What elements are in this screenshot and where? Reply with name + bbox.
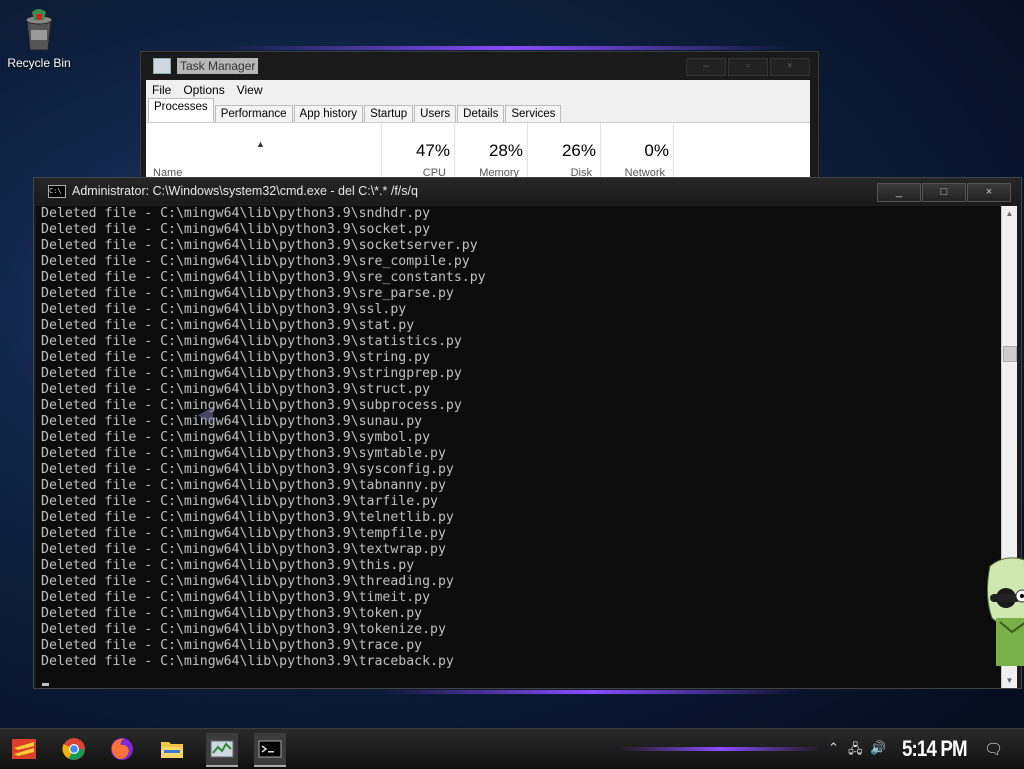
console-line: Deleted file - C:\mingw64\lib\python3.9\…	[41, 398, 462, 413]
tab-details[interactable]: Details	[457, 105, 505, 122]
notification-icon[interactable]: 🗨	[984, 740, 1003, 758]
console-line: Deleted file - C:\mingw64\lib\python3.9\…	[41, 414, 423, 429]
console-line: Deleted file - C:\mingw64\lib\python3.9\…	[41, 510, 454, 525]
console-line: Deleted file - C:\mingw64\lib\python3.9\…	[41, 302, 407, 317]
start-icon	[12, 739, 36, 759]
console-line: Deleted file - C:\mingw64\lib\python3.9\…	[41, 478, 446, 493]
cmd-titlebar[interactable]: C:\ Administrator: C:\Windows\system32\c…	[34, 178, 1021, 204]
cmd-taskbar-button[interactable]	[254, 733, 286, 767]
console-line: Deleted file - C:\mingw64\lib\python3.9\…	[41, 286, 454, 301]
console-line: Deleted file - C:\mingw64\lib\python3.9\…	[41, 238, 478, 253]
tab-startup[interactable]: Startup	[364, 105, 414, 122]
cmd-window[interactable]: C:\ Administrator: C:\Windows\system32\c…	[33, 177, 1022, 689]
recycle-bin[interactable]: Recycle Bin	[6, 8, 72, 70]
sort-indicator-icon: ▲	[256, 139, 265, 149]
minimize-button[interactable]: _	[877, 183, 921, 202]
console-line: Deleted file - C:\mingw64\lib\python3.9\…	[41, 446, 446, 461]
menu-view[interactable]: View	[231, 83, 269, 97]
chrome-icon	[62, 738, 85, 760]
task-manager-window[interactable]: Task Manager – ▫ × File Options View Pro…	[140, 51, 819, 183]
cmd-icon: C:\	[48, 184, 66, 198]
scroll-thumb[interactable]	[1003, 346, 1017, 362]
network-icon[interactable]: 🖧	[848, 740, 863, 762]
console-line: Deleted file - C:\mingw64\lib\python3.9\…	[41, 462, 454, 477]
console-line: Deleted file - C:\mingw64\lib\python3.9\…	[41, 206, 431, 221]
start-button[interactable]	[8, 733, 40, 765]
close-button[interactable]: ×	[967, 183, 1011, 202]
cmd-title: Administrator: C:\Windows\system32\cmd.e…	[72, 184, 418, 198]
recycle-bin-icon	[22, 8, 56, 52]
tab-performance[interactable]: Performance	[214, 105, 293, 122]
console-line: Deleted file - C:\mingw64\lib\python3.9\…	[41, 270, 486, 285]
console-output[interactable]: Deleted file - C:\mingw64\lib\python3.9\…	[36, 206, 1002, 688]
maximize-button[interactable]: ▫	[728, 58, 768, 76]
console-line: Deleted file - C:\mingw64\lib\python3.9\…	[41, 430, 431, 445]
text-cursor	[42, 683, 49, 686]
tab-services[interactable]: Services	[505, 105, 562, 122]
taskbar: ⌃ 🖧 🔊 5:14 PM 🗨	[0, 728, 1024, 769]
console-line: Deleted file - C:\mingw64\lib\python3.9\…	[41, 558, 415, 573]
firefox-icon	[111, 738, 133, 760]
task-manager-taskbar-button[interactable]	[206, 733, 238, 767]
column-network[interactable]: 0% Network	[600, 123, 674, 180]
console-lines: Deleted file - C:\mingw64\lib\python3.9\…	[41, 206, 486, 670]
desktop-character	[982, 556, 1024, 668]
chrome-button[interactable]	[58, 733, 90, 765]
console-line: Deleted file - C:\mingw64\lib\python3.9\…	[41, 622, 446, 637]
console-line: Deleted file - C:\mingw64\lib\python3.9\…	[41, 222, 431, 237]
console-line: Deleted file - C:\mingw64\lib\python3.9\…	[41, 350, 431, 365]
volume-icon[interactable]: 🔊	[870, 740, 886, 756]
clock[interactable]: 5:14 PM	[902, 736, 968, 762]
recycle-bin-label: Recycle Bin	[7, 56, 71, 70]
maximize-button[interactable]: □	[922, 183, 966, 202]
console-line: Deleted file - C:\mingw64\lib\python3.9\…	[41, 494, 438, 509]
memory-percent: 28%	[488, 141, 523, 160]
column-memory[interactable]: 28% Memory	[454, 123, 527, 180]
task-manager-icon	[210, 740, 234, 758]
console-line: Deleted file - C:\mingw64\lib\python3.9\…	[41, 334, 462, 349]
console-line: Deleted file - C:\mingw64\lib\python3.9\…	[41, 590, 431, 605]
console-line: Deleted file - C:\mingw64\lib\python3.9\…	[41, 606, 423, 621]
tab-users[interactable]: Users	[414, 105, 457, 122]
scroll-down-icon[interactable]: ▼	[1002, 673, 1017, 688]
file-explorer-icon	[161, 742, 183, 758]
firefox-button[interactable]	[106, 733, 138, 765]
console-line: Deleted file - C:\mingw64\lib\python3.9\…	[41, 574, 454, 589]
cmd-icon	[258, 740, 282, 758]
scroll-up-icon[interactable]: ▲	[1002, 206, 1017, 221]
network-percent: 0%	[644, 141, 669, 160]
column-disk[interactable]: 26% Disk	[527, 123, 600, 180]
close-button[interactable]: ×	[770, 58, 810, 76]
task-manager-icon	[153, 58, 171, 74]
console-line: Deleted file - C:\mingw64\lib\python3.9\…	[41, 366, 462, 381]
console-line: Deleted file - C:\mingw64\lib\python3.9\…	[41, 638, 423, 653]
disk-percent: 26%	[561, 141, 596, 160]
file-explorer-button[interactable]	[156, 733, 188, 765]
column-cpu[interactable]: 47% CPU	[381, 123, 454, 180]
tab-processes[interactable]: Processes	[148, 98, 214, 122]
console-line: Deleted file - C:\mingw64\lib\python3.9\…	[41, 382, 431, 397]
minimize-button[interactable]: –	[686, 58, 726, 76]
taskbar-streak	[620, 747, 820, 751]
task-manager-title: Task Manager	[177, 58, 259, 74]
tab-app-history[interactable]: App history	[293, 105, 364, 122]
console-line: Deleted file - C:\mingw64\lib\python3.9\…	[41, 526, 446, 541]
process-table-header: ▲ Name 47% CPU 28% Memory 26% Disk 0% Ne…	[146, 123, 810, 180]
tab-bar: Processes Performance App history Startu…	[146, 98, 810, 123]
wallpaper-streak	[380, 690, 800, 694]
console-line: Deleted file - C:\mingw64\lib\python3.9\…	[41, 542, 446, 557]
menu-options[interactable]: Options	[177, 83, 230, 97]
menu-file[interactable]: File	[146, 83, 177, 97]
console-line: Deleted file - C:\mingw64\lib\python3.9\…	[41, 654, 454, 669]
show-hidden-icons-icon[interactable]: ⌃	[828, 740, 839, 756]
menu-bar: File Options View	[146, 80, 810, 100]
cpu-percent: 47%	[415, 141, 450, 160]
wallpaper-streak	[230, 46, 790, 50]
console-line: Deleted file - C:\mingw64\lib\python3.9\…	[41, 318, 415, 333]
console-line: Deleted file - C:\mingw64\lib\python3.9\…	[41, 254, 470, 269]
